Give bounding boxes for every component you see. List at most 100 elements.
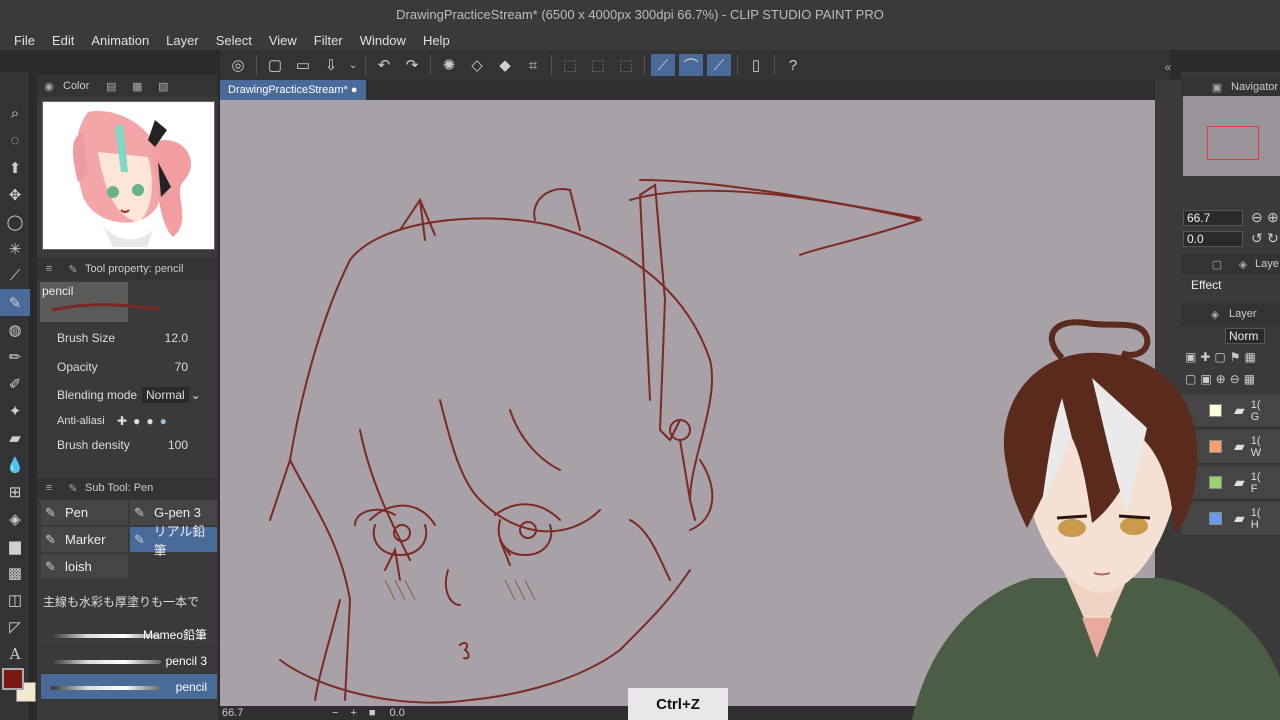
frame-icon[interactable]: ⊞ (0, 478, 30, 505)
pencil-tool-icon[interactable]: ✏ (0, 343, 30, 370)
navigator-rotation-field[interactable]: 0.0 (1183, 231, 1243, 247)
clip-studio-icon[interactable]: ◎ (226, 54, 250, 76)
subtool-real-pencil[interactable]: ✎ リアル鉛筆 (130, 524, 217, 558)
subtool-loish[interactable]: ✎ loish (41, 554, 128, 579)
help-icon[interactable]: ? (781, 54, 805, 76)
brush-density-row[interactable]: Brush density 100 (37, 432, 218, 458)
anti-aliasing-row[interactable]: Anti-aliasi ✚ ● ● ● (37, 408, 218, 434)
anti-alias-strong-icon[interactable]: ● (160, 414, 167, 428)
auto-select-icon[interactable]: ✳ (0, 235, 30, 262)
color-slider-icon[interactable]: ▤ (103, 80, 119, 93)
menu-help[interactable]: Help (415, 33, 458, 48)
expand-icon[interactable]: « (1155, 60, 1181, 74)
eraser-icon[interactable]: ▰ (0, 424, 30, 451)
save-icon[interactable]: ⇩ (319, 54, 343, 76)
document-tab[interactable]: DrawingPracticeStream* ● (220, 80, 366, 100)
blending-mode-select[interactable]: Normal (142, 387, 189, 403)
blend-icon[interactable]: 💧 (0, 451, 30, 478)
panel-menu-icon[interactable]: ≡ (41, 482, 57, 494)
menu-select[interactable]: Select (208, 33, 260, 48)
brush-tool-icon[interactable]: ◍ (0, 316, 30, 343)
pen-tool-icon[interactable]: ✎ (0, 289, 30, 316)
menu-window[interactable]: Window (352, 33, 414, 48)
airbrush-icon[interactable]: ✐ (0, 370, 30, 397)
zoom-in-icon[interactable]: + (350, 707, 356, 719)
zoom-tool-icon[interactable]: ⌕ (0, 100, 30, 127)
select-layer-icon[interactable]: ⬆ (0, 154, 30, 181)
menu-animation[interactable]: Animation (83, 33, 157, 48)
decoration-icon[interactable]: ✦ (0, 397, 30, 424)
move-icon[interactable]: ✥ (0, 181, 30, 208)
device-icon[interactable]: ▯ (744, 54, 768, 76)
opacity-row[interactable]: Opacity 70 (37, 354, 218, 380)
status-zoom[interactable]: 66.7 (222, 707, 262, 719)
loading-icon[interactable]: ✺ (437, 54, 461, 76)
zoom-in-icon[interactable]: ⊕ (1267, 209, 1279, 226)
brush-item-mameo[interactable]: Mameo鉛筆 (41, 622, 217, 648)
brush-size-value[interactable]: 12.0 (117, 331, 218, 345)
zoom-out-icon[interactable]: ⊖ (1251, 209, 1263, 226)
blending-mode-row[interactable]: Blending mode Normal ⌄ (37, 382, 218, 408)
text-icon[interactable]: A (0, 640, 30, 667)
brush-item-pencil-3[interactable]: pencil 3 (41, 648, 217, 674)
menu-view[interactable]: View (261, 33, 305, 48)
eyedropper-icon[interactable]: ⟋ (0, 262, 30, 289)
dropdown-icon[interactable]: ⌄ (347, 54, 359, 76)
opacity-value[interactable]: 70 (117, 360, 218, 374)
panel-menu-icon[interactable]: ≡ (41, 263, 57, 275)
menu-file[interactable]: File (6, 33, 43, 48)
selection-crop-icon[interactable]: ⬚ (614, 54, 638, 76)
status-rotation[interactable]: 0.0 (390, 707, 405, 719)
lasso-icon[interactable]: ◌ (0, 127, 30, 154)
brush-size-row[interactable]: Brush Size 12.0 (37, 325, 218, 351)
clear-icon[interactable]: ◇ (465, 54, 489, 76)
selection-invert-icon[interactable]: ⬚ (558, 54, 582, 76)
menu-edit[interactable]: Edit (44, 33, 82, 48)
special-ruler-snap-icon[interactable]: ⌒ (679, 54, 703, 76)
color-wheel-icon[interactable]: ◉ (41, 80, 57, 93)
navigator-preview[interactable] (1183, 96, 1280, 176)
undo-icon[interactable]: ↶ (372, 54, 396, 76)
tool-preset-preview[interactable]: pencil (40, 282, 160, 322)
menu-filter[interactable]: Filter (306, 33, 351, 48)
intermediate-color-icon[interactable]: ▧ (155, 80, 171, 93)
brush-item-pencil[interactable]: pencil (41, 674, 217, 700)
zoom-out-icon[interactable]: − (332, 707, 338, 719)
subtool-pen[interactable]: ✎ Pen (41, 500, 128, 525)
fill-tool-icon[interactable]: ◈ (0, 505, 30, 532)
selection-icon[interactable]: ◯ (0, 208, 30, 235)
close-tab-icon[interactable]: ● (351, 84, 358, 96)
subtool-marker[interactable]: ✎ Marker (41, 527, 128, 552)
navigator-zoom-field[interactable]: 66.7 (1183, 210, 1243, 226)
gradient-icon[interactable]: ▆ (0, 532, 30, 559)
navigator-view-rect[interactable] (1207, 126, 1259, 160)
chevron-down-icon[interactable]: ⌄ (191, 388, 201, 402)
menu-layer[interactable]: Layer (158, 33, 207, 48)
transform-icon[interactable]: ⌗ (521, 54, 545, 76)
rotate-left-icon[interactable]: ↺ (1251, 230, 1263, 247)
fit-icon[interactable]: ■ (369, 707, 376, 719)
layer-property-tab-label[interactable]: Laye (1255, 258, 1279, 270)
color-tab-label[interactable]: Color (63, 80, 89, 92)
figure-icon[interactable]: ▩ (0, 559, 30, 586)
navigator-tab-label[interactable]: Navigator (1231, 81, 1278, 93)
anti-alias-none-icon[interactable]: ✚ (117, 414, 127, 428)
rotate-right-icon[interactable]: ↻ (1267, 230, 1279, 247)
open-folder-icon[interactable]: ▭ (291, 54, 315, 76)
redo-icon[interactable]: ↷ (400, 54, 424, 76)
brush-density-value[interactable]: 100 (137, 438, 218, 452)
color-set-icon[interactable]: ▦ (129, 80, 145, 93)
anti-alias-weak-icon[interactable]: ● (133, 414, 140, 428)
grid-snap-icon[interactable]: ⟋ (707, 54, 731, 76)
main-color-swatch[interactable] (2, 668, 24, 690)
line-icon[interactable]: ◸ (0, 613, 30, 640)
ruler-snap-icon[interactable]: ⟋ (651, 54, 675, 76)
new-file-icon[interactable]: ▢ (263, 54, 287, 76)
brush-pencil3-label: pencil 3 (165, 653, 207, 668)
ruler-icon[interactable]: ◫ (0, 586, 30, 613)
fill-icon[interactable]: ◆ (493, 54, 517, 76)
anti-alias-mid-icon[interactable]: ● (146, 414, 153, 428)
subtool-real-pencil-label: リアル鉛筆 (153, 523, 206, 558)
selection-clear-icon[interactable]: ⬚ (586, 54, 610, 76)
tool-property-header: ≡ ✎ Tool property: pencil (37, 258, 218, 280)
